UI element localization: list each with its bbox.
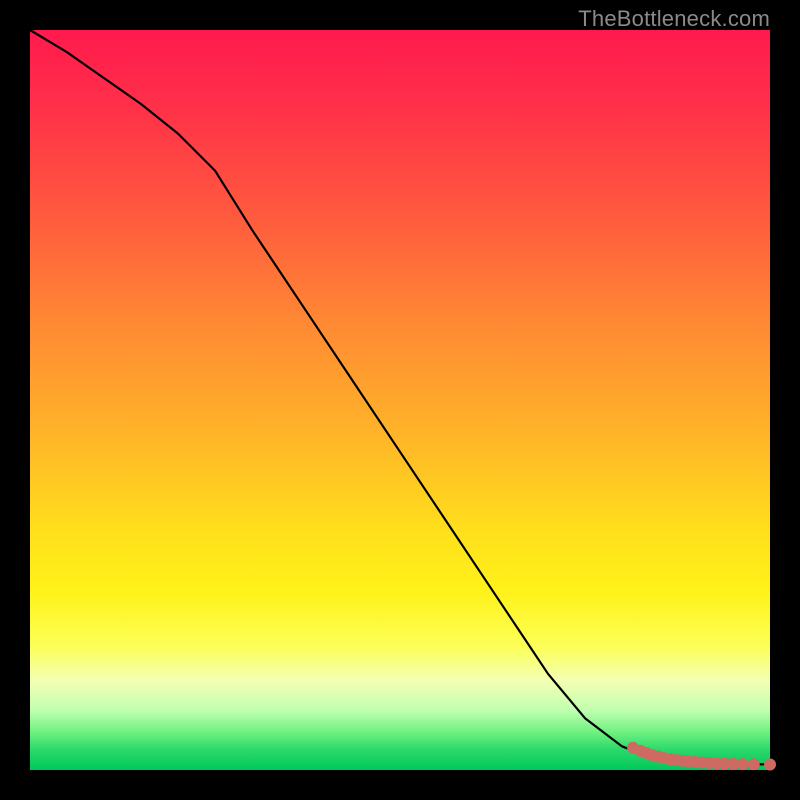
chart-canvas: TheBottleneck.com (0, 0, 800, 800)
watermark-label: TheBottleneck.com (578, 6, 770, 32)
marker-dot (748, 759, 759, 770)
bottleneck-curve (30, 30, 770, 764)
marker-dot (737, 759, 748, 770)
chart-overlay (30, 30, 770, 770)
marker-group (628, 742, 776, 770)
marker-dot (765, 759, 776, 770)
